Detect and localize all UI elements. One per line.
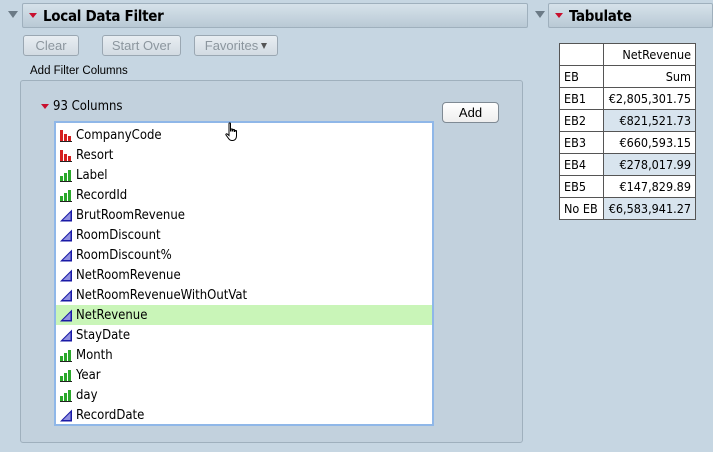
table-row-label: EB2 bbox=[559, 109, 604, 132]
table-header-row: NetRevenue bbox=[559, 43, 696, 66]
table-cell-value: €6,583,941.27 bbox=[603, 197, 696, 220]
ordinal-icon bbox=[60, 389, 73, 402]
nominal-icon bbox=[60, 149, 73, 162]
table-row-label: EB5 bbox=[559, 175, 604, 198]
ordinal-icon bbox=[60, 189, 73, 202]
collapse-tabulate-icon[interactable] bbox=[535, 11, 545, 18]
table-row: No EB €6,583,941.27 bbox=[559, 197, 696, 220]
list-item-label: Month bbox=[76, 347, 113, 363]
list-item-label: BrutRoomRevenue bbox=[76, 207, 185, 223]
add-button-label: Add bbox=[458, 105, 483, 120]
list-item-label: RecordId bbox=[76, 187, 128, 203]
favorites-button-label: Favorites bbox=[204, 38, 259, 53]
list-item-label: NetRevenue bbox=[76, 307, 148, 323]
table-row: EB2 €821,521.73 bbox=[559, 109, 696, 132]
columns-count-label: 93 Columns bbox=[53, 99, 123, 114]
table-row: EB4 €278,017.99 bbox=[559, 153, 696, 176]
list-item-label: Year bbox=[76, 367, 101, 383]
nominal-icon bbox=[60, 129, 73, 142]
list-item[interactable]: BrutRoomRevenue bbox=[56, 205, 432, 225]
list-item-label: StayDate bbox=[76, 327, 131, 343]
start-over-button[interactable]: Start Over bbox=[102, 35, 181, 56]
list-item-label: RoomDiscount% bbox=[76, 247, 172, 263]
favorites-button[interactable]: Favorites bbox=[194, 35, 278, 56]
continuous-icon bbox=[60, 269, 73, 282]
ordinal-icon bbox=[60, 169, 73, 182]
table-row-label: EB1 bbox=[559, 87, 604, 110]
table-row: EB3 €660,593.15 bbox=[559, 131, 696, 154]
local-data-filter-title: Local Data Filter bbox=[43, 6, 164, 25]
start-over-button-label: Start Over bbox=[111, 38, 172, 53]
list-item[interactable]: Resort bbox=[56, 145, 432, 165]
table-row-label: No EB bbox=[559, 197, 604, 220]
columns-listbox[interactable]: CompanyCode Resort Label RecordId BrutRoomRe… bbox=[54, 121, 434, 426]
clear-button-label: Clear bbox=[35, 38, 67, 53]
table-cell-value: €821,521.73 bbox=[603, 109, 696, 132]
table-cell-value: €147,829.89 bbox=[603, 175, 696, 198]
continuous-icon bbox=[60, 249, 73, 262]
continuous-icon bbox=[60, 289, 73, 302]
table-row-label: EB3 bbox=[559, 131, 604, 154]
hand-cursor-icon bbox=[225, 122, 237, 141]
table-row: EB5 €147,829.89 bbox=[559, 175, 696, 198]
list-item[interactable]: RoomDiscount bbox=[56, 225, 432, 245]
continuous-icon bbox=[60, 209, 73, 222]
clear-button[interactable]: Clear bbox=[23, 35, 79, 56]
list-item-label: RoomDiscount bbox=[76, 227, 161, 243]
add-button[interactable]: Add bbox=[442, 102, 499, 123]
list-item[interactable]: Month bbox=[56, 345, 432, 365]
columns-red-triangle-menu-icon[interactable] bbox=[41, 104, 49, 109]
tabulate-title: Tabulate bbox=[569, 6, 632, 25]
table-column-header: NetRevenue bbox=[603, 43, 696, 66]
filter-red-triangle-menu-icon[interactable] bbox=[29, 13, 37, 18]
list-item[interactable]: RoomDiscount% bbox=[56, 245, 432, 265]
tabulate-table: NetRevenue EB Sum EB1 €2,805,301.75 EB2 €82… bbox=[559, 43, 696, 220]
list-item[interactable]: day bbox=[56, 385, 432, 405]
table-row: EB1 €2,805,301.75 bbox=[559, 87, 696, 110]
list-item[interactable]: NetRoomRevenueWithOutVat bbox=[56, 285, 432, 305]
list-item[interactable]: NetRevenue bbox=[56, 305, 432, 325]
list-item-label: NetRoomRevenue bbox=[76, 267, 181, 283]
list-item[interactable]: CompanyCode bbox=[56, 125, 432, 145]
ordinal-icon bbox=[60, 349, 73, 362]
list-item[interactable]: NetRoomRevenue bbox=[56, 265, 432, 285]
tabulate-red-triangle-menu-icon[interactable] bbox=[555, 13, 563, 18]
table-row-header: EB bbox=[559, 65, 604, 88]
list-item-label: NetRoomRevenueWithOutVat bbox=[76, 287, 248, 303]
add-filter-columns-label: Add Filter Columns bbox=[30, 65, 128, 77]
columns-header: 93 Columns bbox=[41, 99, 122, 114]
continuous-icon bbox=[60, 309, 73, 322]
continuous-icon bbox=[60, 329, 73, 342]
list-item[interactable]: RecordId bbox=[56, 185, 432, 205]
list-item-label: Resort bbox=[76, 147, 114, 163]
list-item[interactable]: RecordDate bbox=[56, 405, 432, 425]
continuous-icon bbox=[60, 229, 73, 242]
table-cell-value: €660,593.15 bbox=[603, 131, 696, 154]
chevron-down-icon bbox=[261, 42, 268, 49]
table-cell-value: €2,805,301.75 bbox=[603, 87, 696, 110]
local-data-filter-header: Local Data Filter bbox=[22, 3, 528, 28]
table-cell-value: €278,017.99 bbox=[603, 153, 696, 176]
list-item[interactable]: StayDate bbox=[56, 325, 432, 345]
list-item-label: day bbox=[76, 387, 98, 403]
collapse-filter-icon[interactable] bbox=[8, 11, 18, 18]
list-item-label: Label bbox=[76, 167, 108, 183]
ordinal-icon bbox=[60, 369, 73, 382]
table-stat-header: Sum bbox=[603, 65, 696, 88]
list-item-label: RecordDate bbox=[76, 407, 145, 423]
list-item[interactable]: Label bbox=[56, 165, 432, 185]
table-corner-cell bbox=[559, 43, 604, 66]
table-row-label: EB4 bbox=[559, 153, 604, 176]
table-subheader-row: EB Sum bbox=[559, 65, 696, 88]
list-item[interactable]: Year bbox=[56, 365, 432, 385]
list-item-label: CompanyCode bbox=[76, 127, 162, 143]
tabulate-header: Tabulate bbox=[548, 3, 713, 28]
continuous-icon bbox=[60, 409, 73, 422]
